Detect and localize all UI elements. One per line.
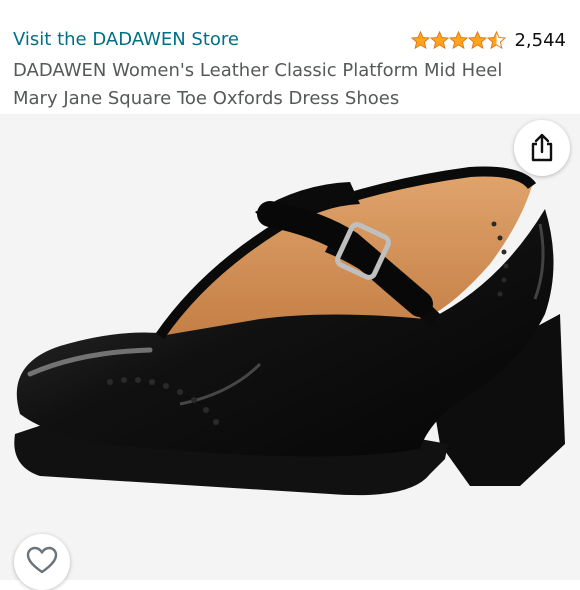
star-icon: [487, 30, 507, 49]
star-icon: [430, 30, 450, 49]
product-title: DADAWEN Women's Leather Classic Platform…: [13, 60, 503, 109]
star-icon: [449, 30, 469, 49]
star-icon: [468, 30, 488, 49]
store-link[interactable]: Visit the DADAWEN Store: [13, 28, 239, 52]
share-icon: [531, 133, 553, 162]
star-icon: [411, 30, 431, 49]
product-image[interactable]: [0, 114, 580, 580]
shoe-image: [14, 166, 565, 496]
share-button[interactable]: [514, 120, 570, 176]
rating[interactable]: 2,544: [411, 28, 566, 52]
rating-count[interactable]: 2,544: [514, 30, 566, 51]
heart-icon: [26, 546, 58, 574]
product-header: Visit the DADAWEN Store 2,544 DADAWEN Wo…: [0, 0, 580, 114]
like-button[interactable]: [14, 534, 70, 590]
star-rating: [411, 30, 507, 50]
